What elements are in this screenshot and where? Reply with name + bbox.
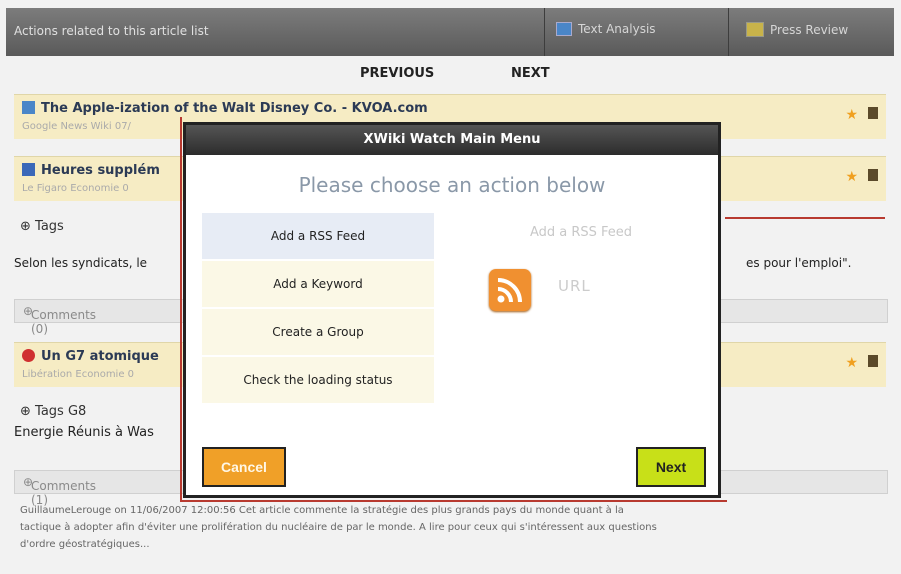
menu-item-add-keyword[interactable]: Add a Keyword [202,261,434,309]
pagination: PREVIOUS NEXT [0,66,901,86]
menu-item-create-group[interactable]: Create a Group [202,309,434,357]
cancel-button[interactable]: Cancel [202,447,286,487]
article-title[interactable]: Heures supplém [22,163,160,178]
article-source: Le Figaro Economie 0 [22,183,129,194]
bookmark-icon[interactable] [868,107,878,119]
highlight-border [725,217,885,219]
dialog-title: Please choose an action below [298,173,606,197]
menu-item-loading-status[interactable]: Check the loading status [202,357,434,405]
dialog-header: XWiki Watch Main Menu [186,125,718,155]
separator [728,8,729,56]
article-title[interactable]: Un G7 atomique [22,349,159,364]
top-bar: Actions related to this article list Tex… [6,8,894,56]
menu-item-add-rss-feed[interactable]: Add a RSS Feed [202,213,434,261]
action-menu: Add a RSS Feed Add a Keyword Create a Gr… [202,213,434,405]
rss-icon [489,269,531,311]
press-review-button[interactable]: Press Review [746,22,848,37]
highlight-border [180,500,727,502]
star-icon[interactable]: ★ [845,107,858,123]
article-body: Energie Réunis à Was [14,425,154,440]
news-icon [22,101,35,114]
previous-link[interactable]: PREVIOUS [360,66,434,81]
article-body-right: es pour l'emploi". [746,256,852,270]
text-analysis-label: Text Analysis [578,22,656,36]
text-analysis-icon [556,22,572,36]
article-source: Libération Economie 0 [22,369,135,380]
article-source: Google News Wiki 07/ [22,121,131,132]
url-field-label[interactable]: URL [558,277,591,295]
highlight-border [180,117,182,502]
news-icon [22,163,35,176]
separator [544,8,545,56]
next-link[interactable]: NEXT [511,66,550,81]
text-analysis-button[interactable]: Text Analysis [556,22,656,36]
comment-text: GuillaumeLerouge on 11/06/2007 12:00:56 … [20,505,657,550]
main-menu-dialog: XWiki Watch Main Menu Please choose an a… [183,122,721,498]
bookmark-icon[interactable] [868,169,878,181]
news-icon [22,349,35,362]
next-button[interactable]: Next [636,447,706,487]
star-icon[interactable]: ★ [845,355,858,371]
tags-line[interactable]: ⊕ Tags G8 [20,404,86,419]
press-review-icon [746,22,764,37]
star-icon[interactable]: ★ [845,169,858,185]
panel-title: Add a RSS Feed [529,225,633,240]
press-review-label: Press Review [770,22,849,37]
article-title[interactable]: The Apple-ization of the Walt Disney Co.… [22,101,428,116]
actions-title: Actions related to this article list [14,24,209,38]
tags-line[interactable]: ⊕ Tags [20,219,64,234]
bookmark-icon[interactable] [868,355,878,367]
article-body: Selon les syndicats, le [14,256,148,270]
